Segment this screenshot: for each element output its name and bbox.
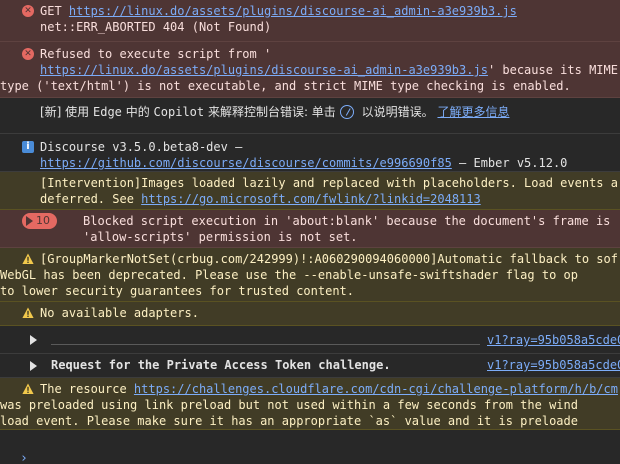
expand-triangle-icon[interactable] (30, 361, 37, 371)
message-text: — Ember v5.12.0 (451, 156, 568, 170)
message-text: The resource (40, 382, 134, 396)
collapsed-group[interactable]: v1?ray=95b058a5cde0 (0, 326, 620, 354)
error-icon: ✕ (22, 48, 34, 60)
warning-icon (22, 253, 34, 264)
repeat-count-badge[interactable]: 10 (22, 213, 57, 229)
info-icon: i (22, 141, 34, 153)
console-error-message[interactable]: 10 Blocked script execution in 'about:bl… (0, 210, 620, 248)
console-warning-message[interactable]: [GroupMarkerNotSet(crbug.com/242999)!:A0… (0, 248, 620, 302)
collapsed-group[interactable]: Request for the Private Access Token cha… (0, 354, 620, 378)
message-text: to lower security guarantees for trusted… (0, 284, 355, 298)
console-intervention-message[interactable]: [Intervention]Images loaded lazily and r… (0, 172, 620, 210)
message-text: [Intervention]Images loaded lazily and r… (40, 176, 618, 190)
message-text: GET (40, 4, 69, 18)
message-text: 'allow-scripts' permission is not set. (83, 230, 358, 244)
source-link[interactable]: https://linux.do/assets/plugins/discours… (69, 4, 517, 18)
console-panel: ✕ GET https://linux.do/assets/plugins/di… (0, 0, 620, 464)
message-text: ' because its MIME (487, 63, 618, 77)
copilot-hint: [新] 使用 Edge 中的 Copilot 来解释控制台错误: 单击 以说明错… (0, 98, 620, 134)
message-text: No available adapters. (40, 306, 199, 320)
console-warning-message[interactable]: No available adapters. (0, 302, 620, 326)
source-link[interactable]: https://challenges.cloudflare.com/cdn-cg… (134, 382, 618, 396)
message-text: [GroupMarkerNotSet(crbug.com/242999)!:A0… (40, 252, 618, 266)
source-link[interactable]: https://go.microsoft.com/fwlink/?linkid=… (141, 192, 481, 206)
console-error-message[interactable]: ✕ GET https://linux.do/assets/plugins/di… (0, 0, 620, 42)
learn-more-link[interactable]: 了解更多信息 (437, 105, 509, 119)
message-text: load event. Please make sure it has an a… (0, 414, 578, 428)
message-text: WebGL has been deprecated. Please use th… (0, 268, 578, 282)
group-label: Request for the Private Access Token cha… (51, 358, 391, 372)
warning-icon (22, 383, 34, 394)
message-text: was preloaded using link preload but not… (0, 398, 578, 412)
source-link[interactable]: v1?ray=95b058a5cde0 (487, 354, 620, 376)
expand-triangle-icon[interactable] (30, 335, 37, 345)
source-link[interactable]: https://linux.do/assets/plugins/discours… (40, 63, 488, 77)
error-icon: ✕ (22, 5, 34, 17)
message-text: Discourse v3.5.0.beta8-dev — (40, 140, 243, 154)
message-text: type ('text/html') is not executable, an… (0, 79, 571, 93)
console-warning-message[interactable]: The resource https://challenges.cloudfla… (0, 378, 620, 430)
console-error-message[interactable]: ✕ Refused to execute script from ' https… (0, 42, 620, 98)
expand-triangle-icon (26, 216, 33, 226)
message-text: deferred. See (40, 192, 142, 206)
divider (51, 344, 480, 345)
source-link[interactable]: v1?ray=95b058a5cde0 (487, 326, 620, 353)
message-text: Refused to execute script from ' (40, 47, 272, 61)
warning-icon (22, 307, 34, 318)
source-link[interactable]: https://github.com/discourse/discourse/c… (40, 156, 452, 170)
copilot-explain-icon[interactable] (339, 105, 354, 119)
message-text: net::ERR_ABORTED 404 (Not Found) (40, 20, 272, 34)
console-prompt-icon[interactable]: › (20, 451, 28, 464)
console-info-message[interactable]: i Discourse v3.5.0.beta8-dev — https://g… (0, 134, 620, 172)
message-text: Blocked script execution in 'about:blank… (83, 214, 611, 228)
